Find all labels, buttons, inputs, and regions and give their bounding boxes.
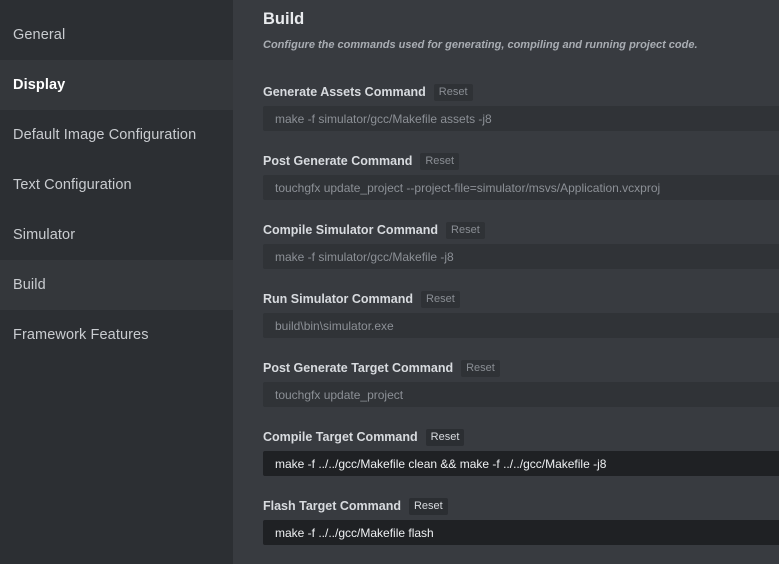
field-label: Flash Target Command [263,499,401,513]
reset-button[interactable]: Reset [461,359,500,377]
sidebar-item-label: Framework Features [13,327,149,343]
sidebar-item-label: General [13,27,66,43]
post-generate-command-field: Post Generate Command Reset touchgfx upd… [263,152,779,212]
field-label: Run Simulator Command [263,292,414,306]
sidebar-item-text-configuration[interactable]: Text Configuration [0,160,233,210]
sidebar-item-label: Text Configuration [13,177,132,193]
sidebar-item-label: Display [13,77,66,93]
build-settings-panel: Build Configure the commands used for ge… [233,0,779,564]
section-description: Configure the commands used for generati… [263,39,698,51]
field-label: Generate Assets Command [263,85,426,99]
flash-target-command-field: Flash Target Command Reset make -f ../..… [263,497,779,557]
reset-button[interactable]: Reset [421,290,460,308]
sidebar-item-display[interactable]: Display [0,60,233,110]
compile-simulator-command-field: Compile Simulator Command Reset make -f … [263,221,779,281]
compile-target-command-input[interactable]: make -f ../../gcc/Makefile clean && make… [263,451,779,476]
reset-button[interactable]: Reset [425,428,465,446]
reset-button[interactable]: Reset [446,221,485,239]
sidebar-item-label: Build [13,277,46,293]
sidebar-item-label: Default Image Configuration [13,127,197,143]
post-generate-target-command-field: Post Generate Target Command Reset touch… [263,359,779,419]
sidebar-item-simulator[interactable]: Simulator [0,210,233,260]
reset-button[interactable]: Reset [420,152,460,170]
sidebar-item-general[interactable]: General [0,10,233,60]
generate-assets-command-field: Generate Assets Command Reset make -f si… [263,83,779,143]
sidebar-item-label: Simulator [13,227,76,243]
field-label: Compile Simulator Command [263,223,439,237]
field-label: Post Generate Target Command [263,361,454,375]
field-label: Post Generate Command [263,154,413,168]
run-simulator-command-input[interactable]: build\bin\simulator.exe [263,313,779,338]
flash-target-command-input[interactable]: make -f ../../gcc/Makefile flash [263,520,779,545]
run-simulator-command-field: Run Simulator Command Reset build\bin\si… [263,290,779,350]
settings-window: General Display Default Image Configurat… [0,0,779,564]
compile-target-command-field: Compile Target Command Reset make -f ../… [263,428,779,488]
generate-assets-command-input[interactable]: make -f simulator/gcc/Makefile assets -j… [263,106,779,131]
post-generate-command-input[interactable]: touchgfx update_project --project-file=s… [263,175,779,200]
section-title: Build [263,10,305,28]
reset-button[interactable]: Reset [408,497,448,515]
post-generate-target-command-input[interactable]: touchgfx update_project [263,382,779,407]
sidebar-item-default-image-configuration[interactable]: Default Image Configuration [0,110,233,160]
sidebar-item-framework-features[interactable]: Framework Features [0,310,233,360]
settings-sidebar: General Display Default Image Configurat… [0,0,233,564]
compile-simulator-command-input[interactable]: make -f simulator/gcc/Makefile -j8 [263,244,779,269]
field-label: Compile Target Command [263,430,418,444]
sidebar-item-build[interactable]: Build [0,260,233,310]
reset-button[interactable]: Reset [433,83,473,101]
